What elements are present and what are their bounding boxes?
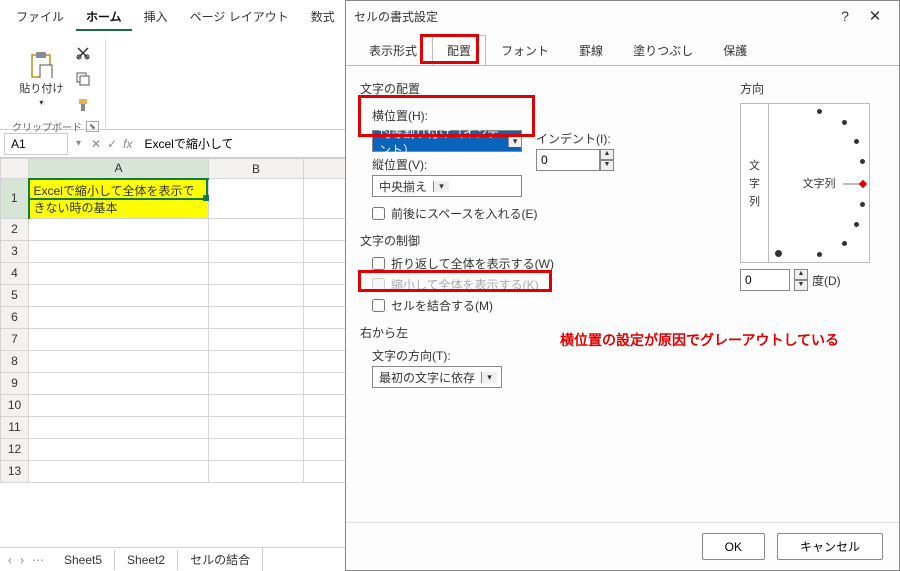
copy-button[interactable] <box>71 67 95 91</box>
shrink-label: 縮小して全体を表示する(K) <box>391 276 539 293</box>
sheet-nav-more-icon[interactable]: ⋯ <box>32 553 44 567</box>
cell-A1[interactable]: Excelで縮小して全体を表示できない時の基本 <box>29 179 209 219</box>
sheet-tab[interactable]: セルの結合 <box>178 548 263 571</box>
text-control-group-label: 文字の制御 <box>360 232 726 249</box>
dialog-footer: OK キャンセル <box>346 522 899 570</box>
wrap-text-checkbox[interactable] <box>372 257 385 270</box>
tab-number[interactable]: 表示形式 <box>354 35 432 66</box>
spreadsheet-grid[interactable]: A B C 1Excelで縮小して全体を表示できない時の基本 2 3 4 5 6… <box>0 158 399 483</box>
menu-file[interactable]: ファイル <box>6 4 74 31</box>
row-header[interactable]: 12 <box>1 438 29 460</box>
tab-protection[interactable]: 保護 <box>708 35 762 66</box>
spinner-up-icon[interactable]: ▲ <box>794 269 808 280</box>
sheet-tab[interactable]: Sheet5 <box>52 550 115 570</box>
enter-icon[interactable]: ✓ <box>107 137 117 151</box>
space-label: 前後にスペースを入れる(E) <box>391 205 538 222</box>
row-header[interactable]: 11 <box>1 416 29 438</box>
row-header[interactable]: 6 <box>1 306 29 328</box>
copy-icon <box>76 72 90 86</box>
row-header[interactable]: 1 <box>1 179 29 219</box>
degree-label: 度(D) <box>812 272 841 289</box>
shrink-to-fit-checkbox <box>372 278 385 291</box>
text-direction-select[interactable]: 最初の文字に依存▾ <box>372 366 502 388</box>
chevron-down-icon: ▾ <box>39 98 43 107</box>
wrap-label: 折り返して全体を表示する(W) <box>391 255 554 272</box>
cell[interactable] <box>209 179 304 219</box>
row-header[interactable]: 13 <box>1 460 29 482</box>
paste-label: 貼り付け <box>19 80 63 96</box>
cancel-icon[interactable]: ✕ <box>91 137 101 151</box>
horizontal-align-select[interactable]: 均等割り付け（インデント）▾ <box>372 130 522 152</box>
clipboard-group: 貼り付け ▾ クリップボード ⬊ <box>6 39 106 129</box>
dialog-tabs: 表示形式 配置 フォント 罫線 塗りつぶし 保護 <box>346 31 899 66</box>
spinner-down-icon[interactable]: ▼ <box>600 160 614 171</box>
sheet-nav-next-icon[interactable]: › <box>20 553 24 567</box>
tab-font[interactable]: フォント <box>486 35 564 66</box>
row-header[interactable]: 3 <box>1 240 29 262</box>
menu-formulas[interactable]: 数式 <box>301 4 345 31</box>
spinner-down-icon[interactable]: ▼ <box>794 280 808 291</box>
spinner-up-icon[interactable]: ▲ <box>600 149 614 160</box>
merge-label: セルを結合する(M) <box>391 297 493 314</box>
dialog-launcher-icon[interactable]: ⬊ <box>86 121 99 132</box>
fx-icon[interactable]: fx <box>123 137 132 151</box>
dialog-titlebar[interactable]: セルの書式設定 ? ✕ <box>346 1 899 31</box>
paste-button[interactable]: 貼り付け ▾ <box>15 49 67 109</box>
row-header[interactable]: 10 <box>1 394 29 416</box>
indent-label: インデント(I): <box>536 130 614 147</box>
annotation-text: 横位置の設定が原因でグレーアウトしている <box>560 330 839 350</box>
orientation-vertical-text[interactable]: 文字列 <box>741 104 769 262</box>
row-header[interactable]: 4 <box>1 262 29 284</box>
indent-input[interactable] <box>536 149 600 171</box>
orientation-dial[interactable]: 文字列 <box>769 104 869 262</box>
format-painter-button[interactable] <box>71 93 95 117</box>
vertical-align-select[interactable]: 中央揃え▾ <box>372 175 522 197</box>
row-header[interactable]: 2 <box>1 218 29 240</box>
help-icon[interactable]: ? <box>831 8 859 24</box>
merge-cells-checkbox[interactable] <box>372 299 385 312</box>
row-header[interactable]: 8 <box>1 350 29 372</box>
menu-page-layout[interactable]: ページ レイアウト <box>180 4 299 31</box>
chevron-down-icon[interactable]: ▾ <box>481 372 497 383</box>
clipboard-paste-icon <box>28 51 54 78</box>
menu-insert[interactable]: 挿入 <box>134 4 178 31</box>
orientation-degree-input[interactable] <box>740 269 790 291</box>
tab-alignment[interactable]: 配置 <box>432 35 486 66</box>
col-header-A[interactable]: A <box>29 159 209 179</box>
row-header[interactable]: 9 <box>1 372 29 394</box>
close-icon[interactable]: ✕ <box>859 7 891 25</box>
menu-home[interactable]: ホーム <box>76 4 132 31</box>
space-before-after-checkbox[interactable] <box>372 207 385 220</box>
chevron-down-icon[interactable]: ▾ <box>433 181 449 192</box>
cancel-button[interactable]: キャンセル <box>777 533 883 560</box>
orientation-dial-text: 文字列 <box>803 175 836 191</box>
orientation-control[interactable]: 文字列 文字列 <box>740 103 870 263</box>
cell[interactable] <box>29 218 209 240</box>
tab-fill[interactable]: 塗りつぶし <box>618 35 708 66</box>
orientation-group-label: 方向 <box>740 80 885 97</box>
cut-button[interactable] <box>71 41 95 65</box>
col-header-B[interactable]: B <box>209 159 304 179</box>
select-all-corner[interactable] <box>1 159 29 179</box>
row-header[interactable]: 7 <box>1 328 29 350</box>
scissors-icon <box>76 46 90 60</box>
sheet-nav-prev-icon[interactable]: ‹ <box>8 553 12 567</box>
text-alignment-group-label: 文字の配置 <box>360 80 726 97</box>
name-box[interactable] <box>4 133 68 155</box>
brush-icon <box>76 98 90 112</box>
dialog-title: セルの書式設定 <box>354 8 831 25</box>
chevron-down-icon[interactable]: ▾ <box>508 136 521 147</box>
ok-button[interactable]: OK <box>702 533 765 560</box>
row-header[interactable]: 5 <box>1 284 29 306</box>
tab-border[interactable]: 罫線 <box>564 35 618 66</box>
sheet-tab[interactable]: Sheet2 <box>115 550 178 570</box>
format-cells-dialog: セルの書式設定 ? ✕ 表示形式 配置 フォント 罫線 塗りつぶし 保護 文字の… <box>345 0 900 571</box>
